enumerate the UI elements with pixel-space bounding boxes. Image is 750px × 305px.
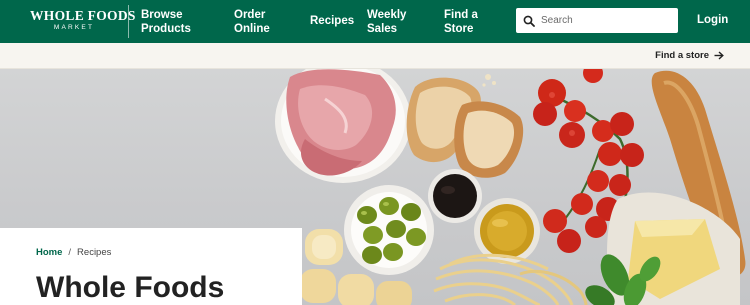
nav-weekly-sales[interactable]: Weekly Sales xyxy=(367,8,406,36)
nav-label-line1: Order xyxy=(234,9,266,21)
nav-find-a-store[interactable]: Find a Store xyxy=(444,8,478,36)
search-input[interactable] xyxy=(541,15,661,26)
breadcrumb-current: Recipes xyxy=(77,247,112,258)
login-link[interactable]: Login xyxy=(697,14,728,26)
store-strip: Find a store xyxy=(0,43,750,69)
nav-label-line1: Browse xyxy=(141,9,183,21)
nav-label-line2: Store xyxy=(444,23,474,35)
find-store-label: Find a store xyxy=(655,50,709,61)
arrow-right-icon xyxy=(714,51,724,60)
nav-label-line2: Sales xyxy=(367,23,398,35)
search-icon xyxy=(523,15,535,27)
search-box[interactable] xyxy=(516,8,678,33)
nav-label-line2: Products xyxy=(141,23,191,35)
nav-divider xyxy=(128,5,129,38)
nav-label-line1: Find a xyxy=(444,9,478,21)
nav-label-line1: Recipes xyxy=(310,15,355,27)
nav-label-line2: Online xyxy=(234,23,270,35)
find-a-store-link[interactable]: Find a store xyxy=(655,50,724,61)
bread xyxy=(406,77,524,178)
nav-label-line1: Weekly xyxy=(367,9,407,21)
page-title: Whole Foods xyxy=(36,271,225,304)
content-card: Home / Recipes Whole Foods xyxy=(0,228,302,305)
breadcrumb-separator: / xyxy=(68,247,72,258)
olive-bowl xyxy=(344,185,434,275)
top-nav: WHOLE FOODS MARKET Browse Products Order… xyxy=(0,0,750,43)
whole-foods-logo[interactable]: WHOLE FOODS MARKET xyxy=(30,8,136,35)
balsamic-bowl xyxy=(428,169,482,223)
breadcrumb: Home / Recipes xyxy=(36,247,111,258)
logo-wordmark: WHOLE FOODS xyxy=(30,8,136,23)
nav-browse-products[interactable]: Browse Products xyxy=(141,8,191,36)
pasta-nest xyxy=(433,253,588,305)
bread-crumbs xyxy=(482,74,496,87)
prosciutto-plate xyxy=(275,69,411,183)
breadcrumb-home-link[interactable]: Home xyxy=(36,247,62,258)
nav-order-online[interactable]: Order Online xyxy=(234,8,270,36)
nav-recipes[interactable]: Recipes xyxy=(310,14,354,28)
logo-subtitle: MARKET xyxy=(53,24,95,31)
